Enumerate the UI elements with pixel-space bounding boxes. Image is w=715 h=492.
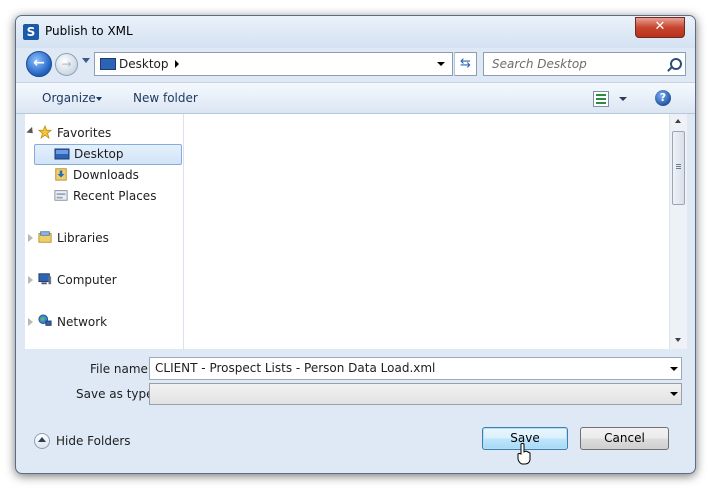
tree-item-computer[interactable]: Computer	[25, 270, 181, 290]
file-list-pane[interactable]	[184, 114, 669, 349]
command-bar: Organize New folder ?	[16, 82, 695, 114]
window-title: Publish to XML	[45, 24, 133, 38]
expand-arrow-icon[interactable]	[28, 234, 33, 242]
star-icon	[37, 125, 53, 139]
title-bar[interactable]: S Publish to XML ✕	[16, 16, 695, 48]
vertical-scrollbar[interactable]	[669, 114, 687, 349]
tree-item-libraries[interactable]: Libraries	[25, 228, 181, 248]
file-name-field[interactable]: CLIENT - Prospect Lists - Person Data Lo…	[149, 357, 682, 380]
view-dropdown-icon[interactable]	[619, 97, 627, 101]
address-bar[interactable]: Desktop	[94, 52, 453, 76]
address-dropdown-icon[interactable]	[437, 62, 445, 66]
libraries-icon	[38, 231, 52, 243]
tree-label: Downloads	[73, 168, 139, 182]
tree-label: Libraries	[57, 231, 109, 245]
organize-button[interactable]: Organize	[42, 91, 96, 105]
forward-button[interactable]: →	[55, 53, 78, 76]
app-icon: S	[23, 24, 39, 40]
collapse-arrow-icon[interactable]	[26, 126, 36, 137]
recent-places-icon	[54, 190, 68, 201]
tree-item-desktop[interactable]: Desktop	[34, 144, 182, 165]
refresh-button[interactable]: ⇆	[454, 52, 477, 76]
search-placeholder: Search Desktop	[492, 57, 587, 71]
file-name-label: File name:	[90, 362, 152, 376]
search-icon[interactable]	[670, 58, 682, 70]
cancel-button[interactable]: Cancel	[580, 427, 669, 450]
hide-folders-button[interactable]: Hide Folders	[56, 434, 131, 448]
tree-label: Computer	[57, 273, 117, 287]
hand-cursor-icon	[517, 443, 531, 465]
chevron-right-icon[interactable]	[175, 60, 179, 68]
back-button[interactable]: ←	[26, 51, 52, 77]
network-icon	[38, 314, 52, 326]
save-dialog: S Publish to XML ✕ ← → Desktop ⇆ Search …	[15, 15, 696, 474]
navigation-pane: Favorites Desktop Downloads Recent Place…	[25, 114, 184, 349]
downloads-folder-icon	[55, 168, 67, 181]
help-icon[interactable]: ?	[655, 90, 671, 106]
desktop-icon	[54, 148, 70, 160]
new-folder-button[interactable]: New folder	[133, 91, 198, 105]
view-options-icon[interactable]	[593, 91, 609, 107]
tree-item-recent-places[interactable]: Recent Places	[25, 186, 181, 206]
tree-item-downloads[interactable]: Downloads	[25, 165, 181, 185]
search-input[interactable]: Search Desktop	[483, 52, 686, 76]
tree-item-favorites[interactable]: Favorites	[25, 123, 181, 143]
close-button[interactable]: ✕	[635, 17, 685, 38]
chevron-down-icon[interactable]	[670, 367, 678, 371]
save-as-type-label: Save as type:	[76, 387, 158, 401]
save-as-type-select[interactable]	[149, 383, 682, 405]
expand-arrow-icon[interactable]	[28, 276, 33, 284]
chevron-down-icon[interactable]	[670, 392, 678, 396]
tree-label: Recent Places	[73, 189, 157, 203]
scroll-thumb[interactable]	[672, 131, 685, 205]
tree-label: Favorites	[57, 126, 112, 140]
scroll-up-icon[interactable]	[675, 119, 681, 123]
tree-item-network[interactable]: Network	[25, 312, 181, 332]
desktop-icon	[100, 58, 116, 70]
file-name-value[interactable]: CLIENT - Prospect Lists - Person Data Lo…	[155, 361, 435, 375]
tree-label: Desktop	[74, 147, 124, 161]
scroll-down-icon[interactable]	[675, 338, 681, 342]
computer-icon	[38, 273, 52, 285]
address-location[interactable]: Desktop	[119, 57, 169, 71]
recent-locations-dropdown[interactable]	[82, 58, 90, 63]
chevron-down-icon[interactable]	[96, 97, 102, 101]
chevron-up-icon[interactable]	[34, 433, 50, 449]
expand-arrow-icon[interactable]	[28, 318, 33, 326]
tree-label: Network	[57, 315, 108, 329]
